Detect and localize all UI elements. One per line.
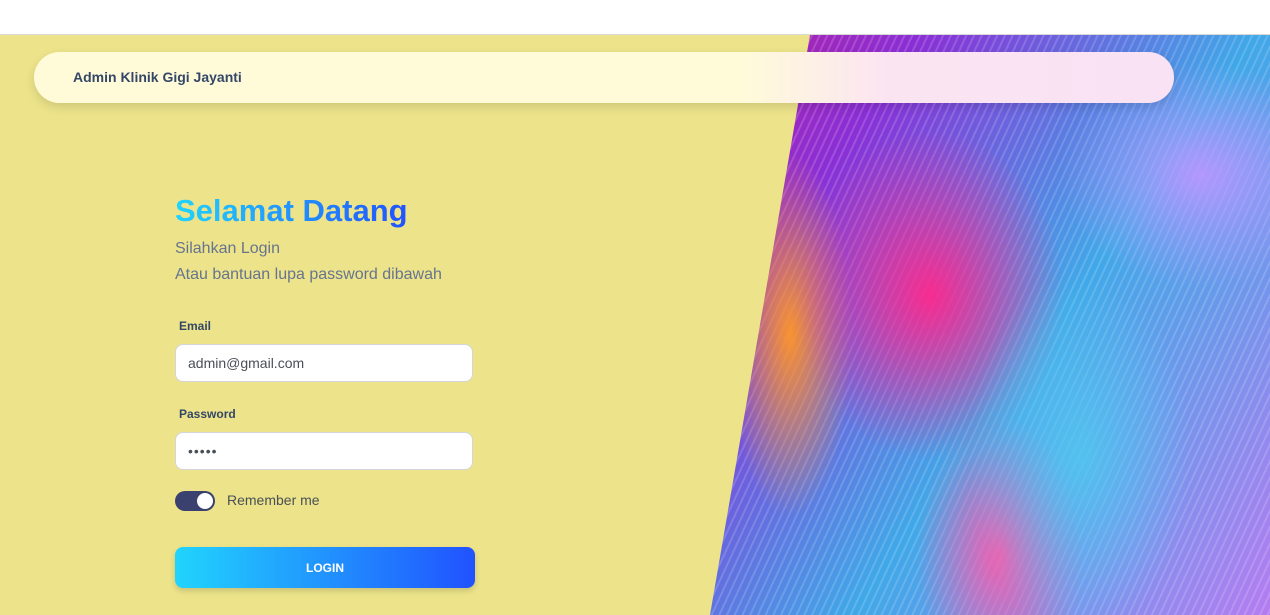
browser-top-bar (0, 0, 1270, 35)
login-subtitle: Silahkan Login (175, 240, 280, 257)
remember-me-label[interactable]: Remember me (227, 492, 320, 508)
password-input[interactable]: ••••• (175, 432, 473, 470)
toggle-knob (197, 493, 213, 509)
login-page: Admin Klinik Gigi Jayanti Selamat Datang… (0, 35, 1270, 615)
password-label: Password (179, 407, 236, 421)
remember-me-toggle[interactable] (175, 491, 215, 511)
forgot-password-hint: Atau bantuan lupa password dibawah (175, 266, 442, 283)
welcome-title: Selamat Datang (175, 191, 408, 231)
navbar: Admin Klinik Gigi Jayanti (34, 52, 1174, 103)
email-input[interactable]: admin@gmail.com (175, 344, 473, 382)
navbar-brand[interactable]: Admin Klinik Gigi Jayanti (73, 69, 242, 85)
email-label: Email (179, 319, 212, 333)
login-button[interactable]: LOGIN (175, 547, 475, 588)
